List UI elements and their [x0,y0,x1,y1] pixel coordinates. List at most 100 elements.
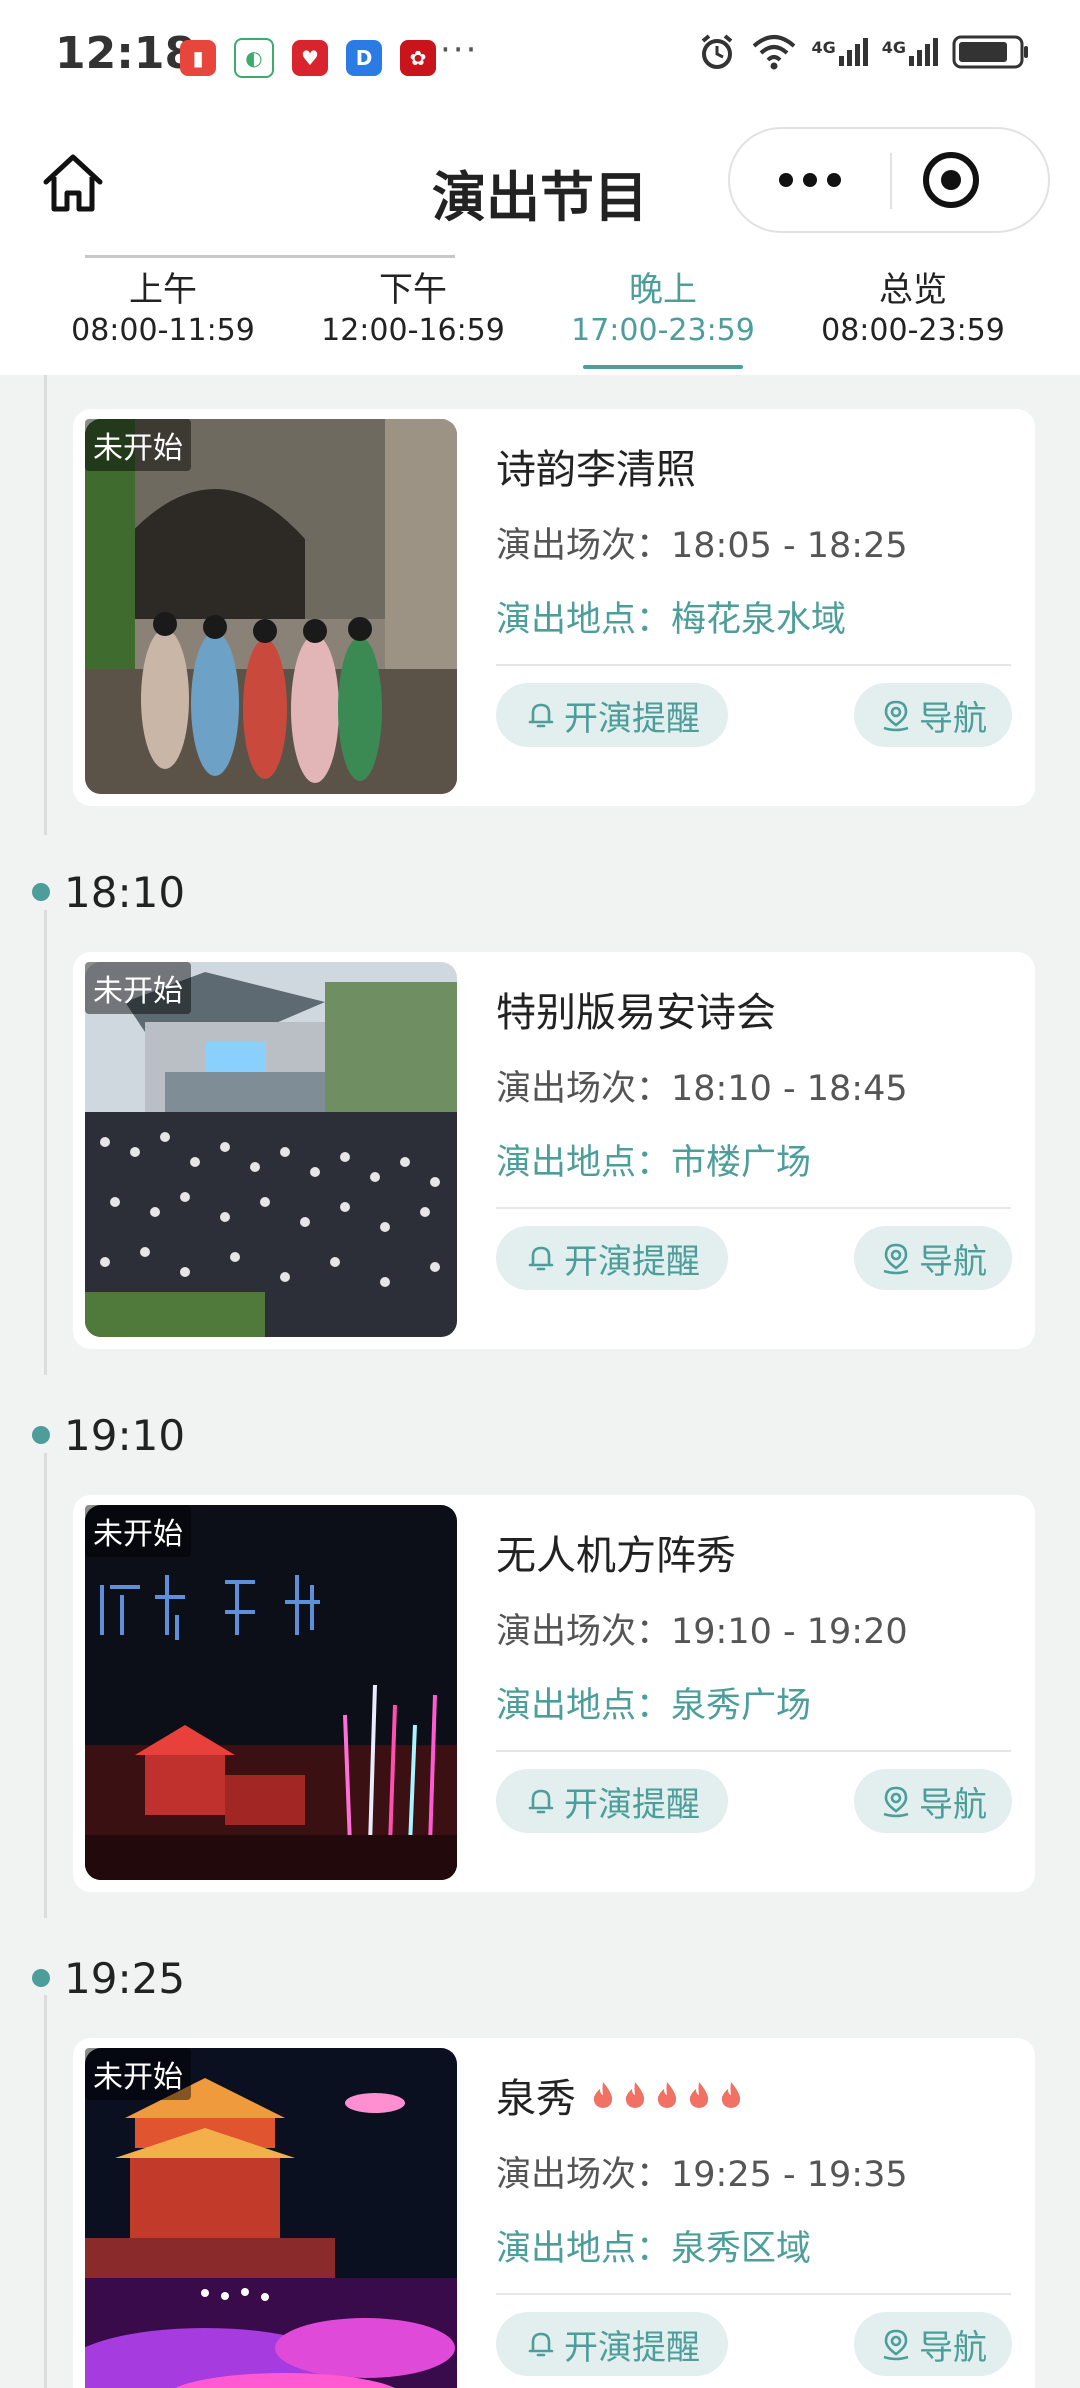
time-prefix: 演出场次： [496,1612,672,1652]
event-location: 演出地点：泉秀区域 [496,2220,811,2271]
active-tab-indicator [583,365,743,369]
event-card[interactable]: 未开始 泉秀 演出场次：19:25 - 19:35 演出地点：泉秀区域 开演提醒… [73,2038,1035,2388]
fire-icon [721,2082,741,2108]
card-divider [496,1750,1011,1752]
time-value: 18:10 - 18:45 [671,1069,908,1109]
navigate-button[interactable]: 导航 [854,1769,1012,1833]
navigate-button[interactable]: 导航 [854,683,1012,747]
event-time: 演出场次：19:25 - 19:35 [496,2146,908,2197]
fire-icon [625,2082,645,2108]
timeline-line [44,1995,47,2388]
remind-button[interactable]: 开演提醒 [496,2312,728,2376]
more-menu-button[interactable] [730,129,890,231]
location-pin-icon [883,1243,909,1275]
tab-afternoon[interactable]: 下午 12:00-16:59 [278,269,548,351]
tab-evening[interactable]: 晚上 17:00-23:59 [528,269,798,351]
navigate-label: 导航 [919,2327,987,2368]
tab-overview[interactable]: 总览 08:00-23:59 [778,269,1048,351]
remind-label: 开演提醒 [564,1784,700,1825]
location-prefix: 演出地点： [496,600,672,640]
event-location: 演出地点：市楼广场 [496,1134,811,1185]
popularity-rating [590,2080,744,2110]
time-marker-text: 19:25 [64,1953,186,2003]
time-value: 19:25 - 19:35 [671,2155,908,2195]
remind-label: 开演提醒 [564,1241,700,1282]
blue-d-app-icon: D [346,40,382,76]
status-bar: 12:18 ▮ ◐ ♥ D ✿ ··· 4G 4G [0,0,1080,115]
remind-label: 开演提醒 [564,2327,700,2368]
status-badge: 未开始 [85,419,191,471]
time-marker: 18:10 [32,862,185,922]
event-image [85,962,457,1337]
nav-header: 演出节目 [0,115,1080,255]
navigate-button[interactable]: 导航 [854,2312,1012,2376]
card-divider [496,2293,1011,2295]
bell-icon [528,1246,554,1271]
tab-label: 晚上 [629,270,697,310]
green-app-icon: ◐ [234,38,274,78]
event-card[interactable]: 未开始 无人机方阵秀 演出场次：19:10 - 19:20 演出地点：泉秀广场 … [73,1495,1035,1892]
time-period-tabs: 上午 08:00-11:59 下午 12:00-16:59 晚上 17:00-2… [0,255,1080,375]
signal-icon-1: 4G [811,38,868,66]
timeline-line [44,375,47,835]
event-time: 演出场次：18:05 - 18:25 [496,517,908,568]
tab-label: 下午 [379,270,447,310]
event-card[interactable]: 未开始 诗韵李清照 演出场次：18:05 - 18:25 演出地点：梅花泉水域 … [73,409,1035,806]
status-badge: 未开始 [85,1505,191,1557]
bell-icon [528,1789,554,1814]
more-notifications: ··· [440,30,479,70]
location-value: 泉秀区域 [671,2229,812,2269]
event-title: 泉秀 [496,2066,744,2124]
time-marker-text: 18:10 [64,867,186,917]
event-title: 诗韵李清照 [496,437,696,495]
schedule-list: 未开始 诗韵李清照 演出场次：18:05 - 18:25 演出地点：梅花泉水域 … [0,375,1080,2388]
navigate-label: 导航 [919,1241,987,1282]
location-prefix: 演出地点： [496,1686,672,1726]
capsule-divider [890,153,892,209]
tab-label: 总览 [879,270,947,310]
tab-range: 08:00-11:59 [71,313,255,348]
bell-icon [528,703,554,728]
mini-program-capsule [728,127,1050,233]
fire-icon [657,2082,677,2108]
event-time: 演出场次：19:10 - 19:20 [496,1603,908,1654]
time-value: 18:05 - 18:25 [671,526,908,566]
red-app-icon: ✿ [400,40,436,76]
location-prefix: 演出地点： [496,2229,672,2269]
fire-icon [689,2082,709,2108]
remind-button[interactable]: 开演提醒 [496,683,728,747]
status-indicators: 4G 4G [697,32,1030,72]
tab-range: 08:00-23:59 [821,313,1005,348]
time-marker: 19:10 [32,1405,185,1465]
red-book-app-icon: ▮ [180,40,216,76]
close-target-icon[interactable] [920,149,982,211]
event-location: 演出地点：泉秀广场 [496,1677,811,1728]
time-marker: 19:25 [32,1948,185,2008]
event-time: 演出场次：18:10 - 18:45 [496,1060,908,1111]
location-value: 市楼广场 [671,1143,812,1183]
time-prefix: 演出场次： [496,526,672,566]
navigate-button[interactable]: 导航 [854,1226,1012,1290]
location-pin-icon [883,700,909,732]
navigate-label: 导航 [919,1784,987,1825]
wifi-icon [753,35,796,70]
notification-icons: ▮ ◐ ♥ D ✿ [180,38,436,78]
more-dot-icon [803,173,817,187]
card-divider [496,1207,1011,1209]
event-card[interactable]: 未开始 特别版易安诗会 演出场次：18:10 - 18:45 演出地点：市楼广场… [73,952,1035,1349]
remind-label: 开演提醒 [564,698,700,739]
tab-top-strip [85,255,455,258]
event-title: 无人机方阵秀 [496,1523,736,1581]
timeline-line [44,910,47,1375]
tab-range: 12:00-16:59 [321,313,505,348]
more-dot-icon [827,173,841,187]
timeline-dot [32,883,50,901]
event-location: 演出地点：梅花泉水域 [496,591,846,642]
battery-icon [952,35,1028,69]
event-title-text: 泉秀 [496,2076,576,2122]
remind-button[interactable]: 开演提醒 [496,1769,728,1833]
bell-icon [528,2332,554,2357]
remind-button[interactable]: 开演提醒 [496,1226,728,1290]
time-prefix: 演出场次： [496,2155,672,2195]
tab-morning[interactable]: 上午 08:00-11:59 [28,269,298,351]
